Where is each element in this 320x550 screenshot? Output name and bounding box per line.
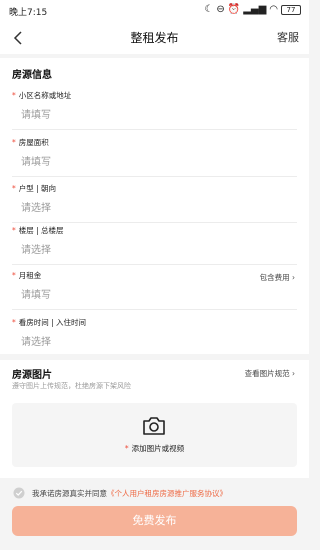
agreement-prefix: 我承诺房源真实并同意	[32, 489, 107, 498]
required-mark: *	[12, 271, 16, 280]
house-area-input[interactable]: 请填写	[21, 153, 51, 168]
agreement-row: 我承诺房源真实并同意《个人用户租房房源推广服务协议》	[0, 480, 309, 506]
house-area-field[interactable]: * 房屋面积 请填写	[12, 131, 297, 177]
section-title: 房源信息	[12, 70, 52, 81]
publish-free-button[interactable]: 免费发布	[12, 506, 297, 536]
required-mark: *	[12, 226, 16, 235]
required-mark: *	[124, 444, 129, 453]
monthly-rent-input[interactable]: 请填写	[21, 286, 51, 301]
field-label: 户型 | 朝向	[18, 184, 57, 193]
page-title: 整租发布	[130, 31, 179, 45]
required-mark: *	[12, 318, 16, 327]
service-agreement-link[interactable]: 《个人用户租房房源推广服务协议》	[107, 489, 227, 498]
viewing-checkin-time-select[interactable]: 请选择	[21, 333, 51, 348]
camera-icon	[143, 417, 165, 435]
listing-photos-section: 房源图片 遵守图片上传规范，杜绝房源下架风险 查看图片规范 › * 添加图片或视频	[0, 360, 309, 478]
required-mark: *	[12, 184, 16, 193]
wifi-icon: ◠	[269, 4, 278, 15]
dnd-icon: ⊖	[216, 4, 225, 15]
signal-icon: ▂▄▆	[243, 4, 267, 15]
status-bar: 晚上7:15 ☾ ⊖ ⏰ ▂▄▆ ◠ 77	[0, 0, 309, 22]
required-mark: *	[12, 91, 16, 100]
field-label: 房屋面积	[18, 138, 49, 147]
field-label: 小区名称或地址	[18, 91, 72, 100]
required-mark: *	[12, 138, 16, 147]
listing-info-form: 房源信息 * 小区名称或地址 请填写 * 房屋面积 请填写 * 户型 | 朝向 请选择…	[0, 58, 309, 354]
moon-icon: ☾	[204, 4, 214, 15]
viewing-checkin-time-field[interactable]: * 看房时间 | 入住时间 请选择	[12, 311, 297, 357]
field-label: 月租金	[18, 271, 42, 280]
add-media-button[interactable]: * 添加图片或视频	[12, 403, 297, 467]
status-time: 晚上7:15	[9, 8, 48, 18]
nav-bar: 整租发布 客服	[0, 22, 309, 54]
add-media-label: 添加图片或视频	[131, 444, 185, 453]
community-address-field[interactable]: * 小区名称或地址 请填写	[12, 84, 297, 130]
photos-title: 房源图片	[12, 370, 52, 381]
layout-orientation-field[interactable]: * 户型 | 朝向 请选择	[12, 177, 297, 223]
community-address-input[interactable]: 请填写	[21, 106, 51, 121]
battery-icon: 77	[281, 4, 301, 15]
alarm-icon: ⏰	[227, 4, 241, 15]
field-label: 楼层 | 总楼层	[18, 226, 64, 235]
photos-hint: 遵守图片上传规范，杜绝房源下架风险	[12, 382, 131, 390]
layout-orientation-select[interactable]: 请选择	[21, 199, 51, 214]
status-icons: ☾ ⊖ ⏰ ▂▄▆ ◠ 77	[204, 4, 301, 15]
agreement-checkbox-icon[interactable]	[13, 487, 25, 499]
view-photo-rules-link[interactable]: 查看图片规范 ›	[245, 368, 295, 379]
monthly-rent-field[interactable]: * 月租金 包含费用 › 请填写	[12, 264, 297, 310]
included-fees-link[interactable]: 包含费用 ›	[260, 272, 295, 283]
customer-service-button[interactable]: 客服	[277, 29, 299, 45]
floor-field[interactable]: * 楼层 | 总楼层 请选择	[12, 219, 297, 265]
field-label: 看房时间 | 入住时间	[18, 318, 87, 327]
floor-select[interactable]: 请选择	[21, 241, 51, 256]
